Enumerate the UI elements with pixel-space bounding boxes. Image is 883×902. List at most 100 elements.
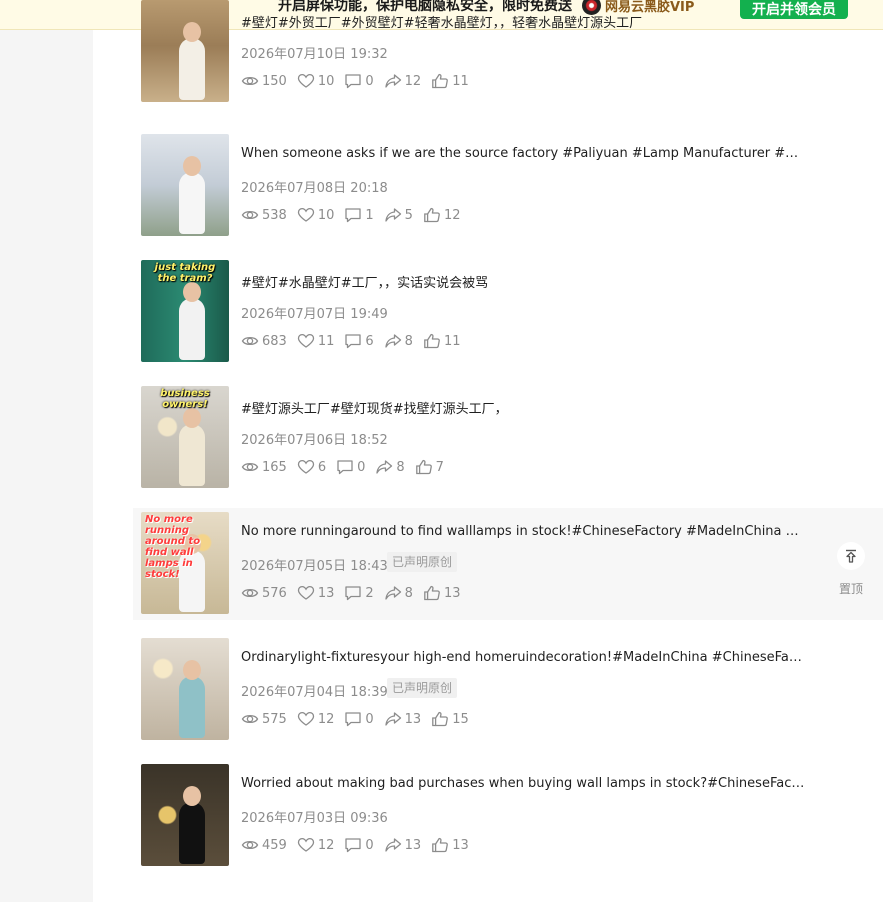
shares-stat-count: 13 — [404, 711, 422, 727]
comment-icon — [345, 334, 362, 349]
likes-stat[interactable]: 13 — [297, 585, 335, 601]
video-list-item[interactable]: Worried about making bad purchases when … — [133, 760, 883, 872]
thumbs-up-stat[interactable]: 12 — [423, 207, 460, 223]
thumbs-up-icon — [424, 333, 440, 349]
thumbs-up-stat[interactable]: 7 — [415, 459, 444, 475]
views-stat-count: 575 — [262, 711, 287, 727]
video-list-item[interactable]: just taking the tram? #壁灯#水晶壁灯#工厂，，实话实说会… — [133, 256, 883, 368]
comments-stat-count: 0 — [365, 837, 374, 853]
publish-date: 2026年07月05日 18:43 — [241, 559, 388, 574]
views-stat[interactable]: 576 — [241, 585, 287, 601]
video-title[interactable]: No more runningaround to find walllamps … — [241, 524, 806, 539]
comments-stat[interactable]: 0 — [344, 837, 374, 853]
thumbs-up-stat-count: 11 — [452, 73, 469, 89]
video-thumbnail[interactable]: just taking the tram? — [141, 260, 229, 362]
video-stats: 538 10 1 5 12 — [241, 206, 470, 224]
video-list-item[interactable]: #壁灯#外贸工厂#外贸壁灯#轻奢水晶壁灯，，轻奢水晶壁灯源头工厂 2026年07… — [133, 0, 883, 108]
comments-stat[interactable]: 0 — [336, 459, 365, 475]
share-icon — [385, 586, 401, 600]
video-stats: 683 11 6 8 11 — [241, 332, 470, 350]
eye-icon — [241, 840, 259, 850]
thumbs-up-icon — [432, 73, 449, 89]
views-stat-count: 459 — [262, 837, 287, 853]
views-stat[interactable]: 165 — [241, 459, 287, 475]
comment-icon — [345, 74, 362, 89]
comments-stat-count: 0 — [365, 711, 374, 727]
views-stat-count: 150 — [262, 73, 287, 89]
comment-icon — [345, 208, 362, 223]
comments-stat[interactable]: 0 — [344, 73, 374, 89]
thumbs-up-stat[interactable]: 15 — [431, 711, 469, 727]
views-stat[interactable]: 683 — [241, 333, 287, 349]
video-title[interactable]: When someone asks if we are the source f… — [241, 146, 806, 161]
video-title[interactable]: #壁灯源头工厂#壁灯现货#找壁灯源头工厂， — [241, 398, 806, 417]
video-thumbnail[interactable] — [141, 0, 229, 102]
pin-to-top-button[interactable] — [837, 542, 865, 570]
video-list-item[interactable]: business owners! #壁灯源头工厂#壁灯现货#找壁灯源头工厂， 2… — [133, 382, 883, 494]
presenter-figure — [179, 298, 205, 360]
publish-date: 2026年07月04日 18:39 — [241, 685, 388, 700]
video-list-item[interactable]: No more running around to find wall lamp… — [133, 508, 883, 620]
video-list-item[interactable]: Ordinarylight-fixturesyour high-end home… — [133, 634, 883, 746]
comments-stat-count: 0 — [357, 459, 366, 475]
video-title[interactable]: #壁灯#水晶壁灯#工厂，，实话实说会被骂 — [241, 272, 806, 291]
video-stats: 459 12 0 13 13 — [241, 836, 479, 854]
views-stat[interactable]: 575 — [241, 711, 287, 727]
thumbs-up-stat[interactable]: 13 — [431, 837, 469, 853]
shares-stat[interactable]: 13 — [384, 711, 422, 727]
video-title[interactable]: #壁灯#外贸工厂#外贸壁灯#轻奢水晶壁灯，，轻奢水晶壁灯源头工厂 — [241, 12, 806, 31]
share-icon — [385, 712, 401, 726]
thumbs-up-stat[interactable]: 13 — [423, 585, 460, 601]
views-stat[interactable]: 538 — [241, 207, 287, 223]
share-icon — [385, 838, 401, 852]
likes-stat[interactable]: 12 — [297, 837, 334, 853]
likes-stat[interactable]: 11 — [297, 333, 334, 349]
comments-stat[interactable]: 0 — [344, 711, 374, 727]
share-icon — [385, 208, 401, 222]
views-stat-count: 538 — [262, 207, 287, 223]
shares-stat[interactable]: 12 — [384, 73, 421, 89]
views-stat[interactable]: 459 — [241, 837, 287, 853]
heart-icon — [297, 837, 314, 852]
comments-stat[interactable]: 2 — [344, 585, 374, 601]
video-thumbnail[interactable]: business owners! — [141, 386, 229, 488]
thumbs-up-stat-count: 13 — [452, 837, 469, 853]
shares-stat[interactable]: 13 — [384, 837, 421, 853]
likes-stat[interactable]: 12 — [297, 711, 334, 727]
video-thumbnail[interactable]: No more running around to find wall lamp… — [141, 512, 229, 614]
comments-stat-count: 2 — [365, 585, 374, 601]
video-list-item[interactable]: When someone asks if we are the source f… — [133, 130, 883, 242]
shares-stat[interactable]: 8 — [375, 459, 405, 475]
share-icon — [385, 334, 401, 348]
comment-icon — [345, 586, 362, 601]
video-thumbnail[interactable] — [141, 134, 229, 236]
comments-stat[interactable]: 1 — [344, 207, 374, 223]
likes-stat[interactable]: 10 — [297, 207, 334, 223]
shares-stat[interactable]: 5 — [384, 207, 413, 223]
shares-stat[interactable]: 8 — [384, 333, 413, 349]
presenter-figure — [179, 802, 205, 864]
views-stat[interactable]: 150 — [241, 73, 287, 89]
likes-stat-count: 13 — [317, 585, 335, 601]
presenter-head — [183, 660, 201, 680]
thumbs-up-icon — [424, 585, 440, 601]
video-title[interactable]: Worried about making bad purchases when … — [241, 776, 806, 791]
comments-stat[interactable]: 6 — [344, 333, 374, 349]
shares-stat[interactable]: 8 — [384, 585, 413, 601]
thumbs-up-stat[interactable]: 11 — [423, 333, 461, 349]
publish-date: 2026年07月03日 09:36 — [241, 811, 388, 826]
thumbs-up-icon — [424, 207, 440, 223]
video-stats: 576 13 2 8 13 — [241, 584, 470, 602]
thumbs-up-stat[interactable]: 11 — [431, 73, 469, 89]
likes-stat-count: 6 — [317, 459, 327, 475]
thumbs-up-stat-count: 11 — [443, 333, 461, 349]
video-thumbnail[interactable] — [141, 764, 229, 866]
likes-stat[interactable]: 10 — [297, 73, 334, 89]
thumbnail-caption: No more running around to find wall lamp… — [145, 514, 201, 580]
likes-stat[interactable]: 6 — [297, 459, 326, 475]
presenter-head — [183, 282, 201, 302]
video-title[interactable]: Ordinarylight-fixturesyour high-end home… — [241, 650, 806, 665]
thumbs-up-icon — [415, 459, 432, 475]
video-thumbnail[interactable] — [141, 638, 229, 740]
pin-to-top-label: 置顶 — [838, 582, 863, 596]
